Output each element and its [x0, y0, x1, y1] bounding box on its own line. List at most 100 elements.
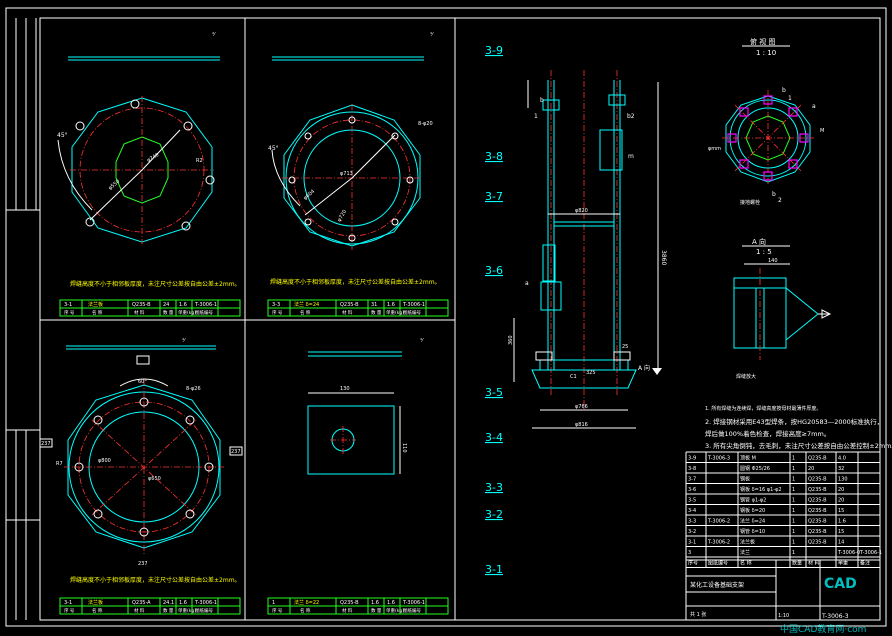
bom-cell: Q235-B [808, 529, 827, 535]
bom-cell: 1 [792, 477, 795, 483]
svg-text:1.6: 1.6 [179, 302, 187, 308]
svg-text:材 料: 材 料 [342, 607, 353, 614]
bom-cell: 3-1 [688, 540, 696, 546]
title-block: 某化工设备基础支架 T-3006-3 1:10 共 1 张 CAD 中国CAD教… [685, 559, 881, 635]
svg-text:60°: 60° [138, 379, 147, 385]
watermark-brand: CAD [824, 576, 857, 592]
label-3-9: 3-9 [485, 44, 503, 57]
top-view: 俯 视 图 1 : 10 b 1 a M φmm b 2 接地螺栓 [708, 37, 824, 206]
svg-text:Q235-A: Q235-A [132, 600, 151, 606]
bom-cell: 1 [792, 529, 795, 535]
bom-cell: 钢管 φ1-φ2 [740, 497, 766, 504]
bom-bottom-cell: T-3006-0 [837, 550, 860, 556]
bom-cell: 钢管 δ=10 [740, 528, 765, 535]
svg-text:φmm: φmm [708, 146, 721, 152]
bom-cell: 4.0 [838, 456, 846, 462]
flange-plate-view-1: 45° φ740 φ550 R2 ⁴⁄ [57, 32, 220, 244]
bom-header: 材 料 [808, 560, 820, 567]
bom-cell: 法兰板 [740, 539, 755, 546]
svg-text:25: 25 [622, 344, 628, 350]
bom-cell: 15 [838, 508, 844, 514]
bom-cell: T-3006-2 [707, 519, 730, 525]
label-3-2: 3-2 [485, 508, 503, 521]
svg-text:名 称: 名 称 [300, 309, 311, 316]
flange-plate-view-3: 45° 8-φ20 φ713 φ604 φ720 ⁴⁄ [268, 32, 434, 250]
bom-cell: 1 [792, 540, 795, 546]
bom-cell: 钢板 [740, 476, 750, 483]
label-3-7: 3-7 [485, 190, 503, 203]
top-view-scale: 1 : 10 [756, 49, 776, 57]
svg-text:237: 237 [138, 561, 148, 567]
svg-text:b: b [782, 87, 786, 94]
svg-text:单重(kg): 单重(kg) [386, 309, 404, 316]
bom-cell: Q235-B [808, 519, 827, 525]
part-table-2: 3-3 法兰 δ=24 Q235-B 31 1.6 T-3006-1 序 号 名… [267, 299, 449, 317]
part-table-4: 1 法兰 δ=22 Q235-B 1.6 1.6 T-3006-1 序 号 名 … [267, 597, 449, 615]
svg-text:焊缝放大: 焊缝放大 [736, 373, 756, 380]
label-3-4: 3-4 [485, 431, 503, 444]
bom-cell: 1 [792, 456, 795, 462]
view-note-2: 焊缝高度不小于相邻板厚度，未注尺寸公差按自由公差±2mm。 [270, 278, 441, 286]
svg-text:图纸编号: 图纸编号 [403, 607, 421, 614]
label-3-8: 3-8 [485, 150, 503, 163]
bom-cell: 3-2 [688, 529, 696, 535]
svg-text:序 号: 序 号 [272, 309, 283, 316]
bom-cell: 3-3 [688, 519, 696, 525]
square-plate-view: 130 110 ⁴⁄ [307, 338, 424, 475]
svg-text:45°: 45° [268, 145, 279, 152]
watermark-site: 中国CAD教育网·com [780, 623, 866, 635]
svg-text:φ820: φ820 [575, 208, 588, 214]
note-1: 1. 所有焊缝为连续焊，焊缝高度按母材最薄件厚度。 [705, 405, 821, 412]
svg-text:C1: C1 [570, 374, 577, 380]
bom-cell: 1.6 [838, 519, 846, 525]
svg-text:T-3006-1: T-3006-1 [402, 600, 425, 606]
bom-header: 图纸编号 [708, 560, 728, 567]
svg-text:a: a [812, 103, 816, 110]
bom-table: 3-9 T-3006-3 顶板 M 1 Q235-B 4.0 3-8 圆钢 Φ25/26 1 20… [685, 451, 882, 568]
bom-cell: 1 [792, 466, 795, 472]
section-labels: 3-9 3-8 3-7 3-6 3-5 3-4 3-3 3-2 3-1 [485, 44, 503, 576]
svg-text:名 称: 名 称 [300, 607, 311, 614]
title-block-title: 某化工设备基础支架 [690, 581, 744, 589]
svg-text:材 料: 材 料 [134, 607, 145, 614]
bom-bottom-cell: 1 [792, 550, 795, 556]
view-note-1: 焊缝高度不小于相邻板厚度，未注尺寸公差按自由公差±2mm。 [70, 280, 241, 288]
bom-cell: 15 [838, 529, 844, 535]
svg-text:T-3006-1: T-3006-1 [194, 600, 217, 606]
svg-text:3-3: 3-3 [272, 302, 280, 308]
svg-text:8-φ20: 8-φ20 [418, 121, 433, 127]
bom-header: 数量 [792, 560, 802, 567]
svg-text:24.1: 24.1 [163, 600, 174, 606]
svg-text:法兰 δ=22: 法兰 δ=22 [294, 599, 319, 606]
svg-text:序 号: 序 号 [272, 607, 283, 614]
bom-cell: 顶板 M [740, 455, 756, 462]
svg-text:R2: R2 [196, 158, 203, 164]
svg-text:b: b [772, 191, 776, 198]
bom-cell: Q235-B [808, 456, 827, 462]
svg-text:b: b [540, 97, 544, 104]
svg-text:单重(kg): 单重(kg) [178, 309, 196, 316]
arrow-a-label: A 向 [638, 364, 650, 372]
svg-text:237: 237 [41, 441, 51, 447]
bom-cell: 法兰 δ=24 [740, 518, 765, 525]
view-note-3: 焊缝高度不小于相邻板厚度，未注尺寸公差按自由公差±2mm。 [70, 576, 241, 584]
svg-text:1.6: 1.6 [179, 600, 187, 606]
svg-text:Q235-B: Q235-B [340, 600, 359, 606]
section-scale: 1 : 5 [756, 248, 772, 256]
svg-text:材 料: 材 料 [342, 309, 353, 316]
svg-text:图纸编号: 图纸编号 [403, 309, 421, 316]
svg-text:360: 360 [508, 335, 514, 345]
svg-text:1.6: 1.6 [387, 302, 395, 308]
bom-cell: 32 [838, 466, 844, 472]
svg-text:2: 2 [778, 197, 782, 204]
svg-text:⁴⁄: ⁴⁄ [182, 338, 186, 344]
svg-text:1.6: 1.6 [387, 600, 395, 606]
svg-text:数 量: 数 量 [371, 309, 382, 316]
technical-notes: 1. 所有焊缝为连续焊，焊缝高度按母材最薄件厚度。 2. 焊接钢材采用E43型焊… [705, 405, 892, 450]
svg-text:3-1: 3-1 [64, 302, 72, 308]
bom-bottom-cell: 3 [688, 550, 691, 556]
svg-text:130: 130 [340, 386, 350, 392]
section-a-view: A 向 1 : 5 140 焊缝放大 [733, 237, 832, 380]
svg-text:⁴⁄: ⁴⁄ [430, 32, 434, 38]
svg-text:31: 31 [371, 302, 377, 308]
